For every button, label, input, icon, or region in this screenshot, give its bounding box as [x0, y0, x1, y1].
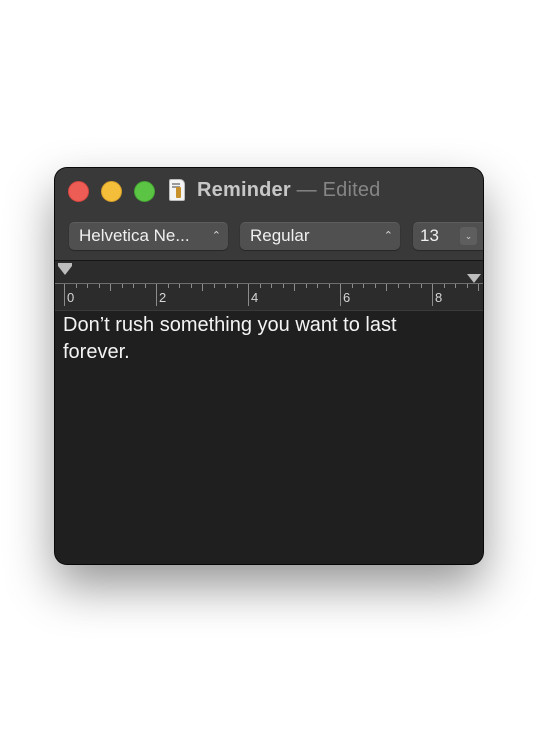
font-style-popup[interactable]: Regular ⌃︎: [240, 222, 400, 250]
text-editor[interactable]: Don’t rush something you want to last fo…: [55, 311, 483, 564]
zoom-button[interactable]: [134, 181, 155, 202]
chevron-updown-icon: ⌃︎: [383, 230, 393, 242]
ruler-minor-tick: [443, 284, 445, 288]
ruler-label: 2: [159, 290, 167, 305]
ruler-minor-tick: [144, 284, 146, 288]
ruler-minor-tick: [282, 284, 284, 288]
ruler-minor-tick: [409, 284, 410, 288]
ruler-minor-tick: [305, 284, 307, 288]
ruler-half-tick: [202, 284, 203, 291]
ruler-label: 0: [67, 290, 75, 305]
ruler-minor-tick: [397, 284, 399, 288]
document-name: Reminder: [197, 179, 291, 201]
ruler-major-tick: [156, 284, 157, 306]
document-pen: [176, 187, 181, 198]
textedit-window: Reminder — Edited Helvetica Ne... ⌃︎ Reg…: [55, 168, 483, 564]
ruler-baseline: [55, 283, 483, 284]
font-family-popup[interactable]: Helvetica Ne... ⌃︎: [69, 222, 228, 250]
ruler-minor-tick: [133, 284, 134, 288]
ruler-major-tick: [432, 284, 433, 306]
ruler-minor-tick: [87, 284, 88, 288]
font-style-value: Regular: [250, 226, 310, 245]
font-family-value: Helvetica Ne...: [79, 226, 190, 245]
right-indent-marker[interactable]: [467, 274, 481, 283]
ruler-half-tick: [386, 284, 387, 291]
ruler-minor-tick: [121, 284, 123, 288]
document-text[interactable]: Don’t rush something you want to last fo…: [63, 312, 463, 366]
ruler-minor-tick: [374, 284, 376, 288]
chevron-down-icon[interactable]: ⌄: [460, 227, 477, 245]
ruler-major-tick: [340, 284, 341, 306]
ruler-label: 6: [343, 290, 351, 305]
ruler-half-tick: [294, 284, 295, 291]
ruler-minor-tick: [236, 284, 238, 288]
document-icon[interactable]: [169, 179, 185, 201]
ruler-minor-tick: [466, 284, 468, 288]
ruler-half-tick: [110, 284, 111, 291]
document-lines: [172, 183, 180, 185]
ruler-minor-tick: [167, 284, 169, 288]
ruler[interactable]: 0 2 4 6 8: [55, 261, 483, 311]
chevron-updown-icon: ⌃︎: [211, 230, 221, 242]
ruler-minor-tick: [190, 284, 192, 288]
minimize-button[interactable]: [101, 181, 122, 202]
font-size-value[interactable]: 13: [420, 222, 439, 250]
ruler-minor-tick: [75, 284, 77, 288]
ruler-minor-tick: [363, 284, 364, 288]
ruler-minor-tick: [225, 284, 226, 288]
ruler-major-tick: [64, 284, 65, 306]
ruler-label: 4: [251, 290, 259, 305]
window-title: Reminder — Edited: [197, 177, 381, 203]
close-button[interactable]: [68, 181, 89, 202]
title-separator: —: [296, 179, 317, 201]
title-bar[interactable]: Reminder — Edited Helvetica Ne... ⌃︎ Reg…: [55, 168, 483, 261]
ruler-half-tick: [478, 284, 479, 291]
ruler-label: 8: [435, 290, 443, 305]
edited-status: Edited: [322, 179, 381, 201]
font-size-combo[interactable]: 13 ⌄: [413, 222, 483, 250]
ruler-minor-tick: [328, 284, 330, 288]
ruler-minor-tick: [351, 284, 353, 288]
ruler-minor-tick: [420, 284, 422, 288]
ruler-minor-tick: [317, 284, 318, 288]
ruler-minor-tick: [98, 284, 100, 288]
ruler-minor-tick: [455, 284, 456, 288]
left-indent-marker[interactable]: [58, 266, 72, 275]
ruler-minor-tick: [213, 284, 215, 288]
ruler-major-tick: [248, 284, 249, 306]
ruler-minor-tick: [179, 284, 180, 288]
ruler-minor-tick: [259, 284, 261, 288]
ruler-minor-tick: [271, 284, 272, 288]
